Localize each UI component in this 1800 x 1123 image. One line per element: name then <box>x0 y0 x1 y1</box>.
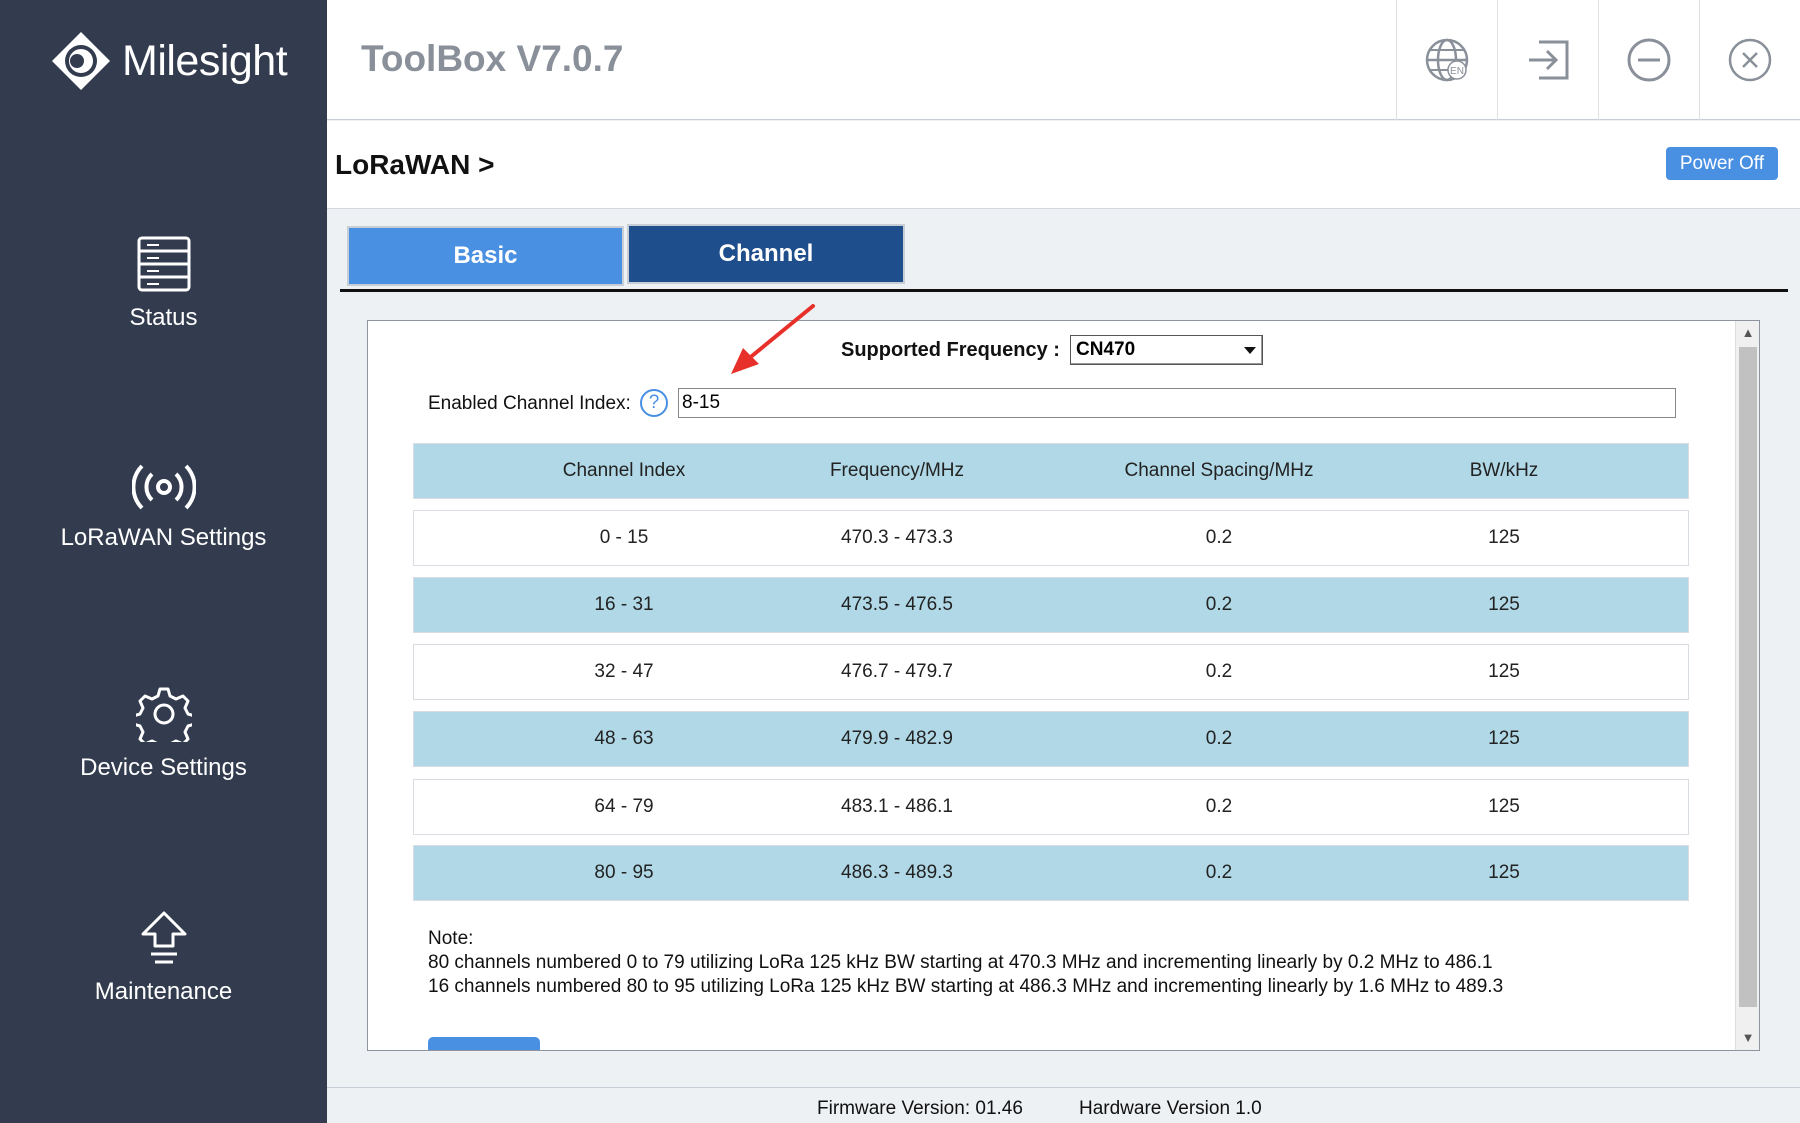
language-button[interactable]: EN <box>1396 0 1497 120</box>
table-row: 32 - 47 476.7 - 479.7 0.2 125 <box>413 644 1689 700</box>
sidebar-item-status[interactable]: Status <box>0 236 327 332</box>
sidebar-item-device-settings[interactable]: Device Settings <box>0 686 327 782</box>
sidebar-item-label: Maintenance <box>94 978 233 1005</box>
table-row: 16 - 31 473.5 - 476.5 0.2 125 <box>413 577 1689 633</box>
channel-index-label: Enabled Channel Index: <box>428 393 631 414</box>
channel-index-input[interactable] <box>678 388 1676 418</box>
table-cell: 0.2 <box>1205 728 1233 749</box>
note-line: 80 channels numbered 0 to 79 utilizing L… <box>428 952 1493 973</box>
table-row: 48 - 63 479.9 - 482.9 0.2 125 <box>413 711 1689 767</box>
table-row: 0 - 15 470.3 - 473.3 0.2 125 <box>413 510 1689 566</box>
table-cell: 0.2 <box>1205 661 1233 682</box>
sidebar: Milesight Status LoRaWAN Settings Device… <box>0 0 327 1123</box>
globe-icon: EN <box>1425 38 1469 82</box>
table-cell: 479.9 - 482.9 <box>841 728 953 749</box>
status-footer: Firmware Version: 01.46 Hardware Version… <box>327 1087 1800 1123</box>
minimize-icon <box>1627 38 1671 82</box>
scroll-down-icon[interactable]: ▼ <box>1736 1026 1759 1050</box>
gear-icon <box>135 687 192 742</box>
table-cell: 16 - 31 <box>594 594 654 615</box>
table-cell: 32 - 47 <box>594 661 654 682</box>
help-icon[interactable]: ? <box>640 389 668 417</box>
channel-panel: Supported Frequency : CN470 Enabled Chan… <box>367 320 1760 1051</box>
logout-button[interactable] <box>1497 0 1598 120</box>
frequency-select[interactable]: CN470 <box>1070 335 1263 365</box>
table-cell: 0.2 <box>1205 527 1233 548</box>
column-header: Channel Index <box>562 460 686 481</box>
sidebar-item-label: Status <box>129 304 198 331</box>
sidebar-item-label: Device Settings <box>80 754 247 781</box>
close-button[interactable] <box>1699 0 1800 120</box>
table-cell: 0.2 <box>1205 862 1233 883</box>
app-title: ToolBox V7.0.7 <box>361 38 624 79</box>
table-cell: 476.7 - 479.7 <box>841 661 953 682</box>
hardware-version: Hardware Version 1.0 <box>1079 1098 1262 1119</box>
brand-name: Milesight <box>122 36 288 85</box>
tab-channel[interactable]: Channel <box>627 224 905 284</box>
table-cell: 48 - 63 <box>594 728 654 749</box>
close-icon <box>1728 38 1772 82</box>
tab-basic[interactable]: Basic <box>347 226 624 286</box>
breadcrumb[interactable]: LoRaWAN > <box>335 149 494 181</box>
language-badge: EN <box>1450 66 1464 77</box>
sign-out-icon <box>1529 40 1569 80</box>
table-row: 80 - 95 486.3 - 489.3 0.2 125 <box>413 845 1689 901</box>
column-header: Channel Spacing/MHz <box>1124 460 1314 481</box>
sidebar-item-maintenance[interactable]: Maintenance <box>0 910 327 1006</box>
table-row: 64 - 79 483.1 - 486.1 0.2 125 <box>413 779 1689 835</box>
note-line: 16 channels numbered 80 to 95 utilizing … <box>428 976 1504 997</box>
wireless-signal-icon <box>131 464 196 510</box>
channel-note: Note: 80 channels numbered 0 to 79 utili… <box>428 927 1503 999</box>
table-header-row: Channel Index Frequency/MHz Channel Spac… <box>413 443 1689 499</box>
milesight-logo-icon <box>52 32 110 90</box>
upload-arrow-icon <box>141 911 186 964</box>
table-cell: 80 - 95 <box>594 862 654 883</box>
table-cell: 483.1 - 486.1 <box>841 796 953 817</box>
table-cell: 473.5 - 476.5 <box>841 594 953 615</box>
sidebar-item-label: LoRaWAN Settings <box>60 524 267 551</box>
frequency-label: Supported Frequency : <box>841 339 1060 361</box>
table-cell: 125 <box>1488 862 1520 883</box>
table-cell: 0.2 <box>1205 594 1233 615</box>
column-header: Frequency/MHz <box>829 460 965 481</box>
minimize-button[interactable] <box>1598 0 1699 120</box>
power-off-button[interactable]: Power Off <box>1665 147 1778 180</box>
annotation-arrow-icon <box>731 304 815 374</box>
frequency-select-value: CN470 <box>1076 339 1136 360</box>
table-cell: 470.3 - 473.3 <box>841 527 953 548</box>
table-cell: 125 <box>1488 594 1520 615</box>
table-cell: 125 <box>1488 796 1520 817</box>
brand-logo: Milesight <box>50 30 288 92</box>
table-cell: 0.2 <box>1205 796 1233 817</box>
column-header: BW/kHz <box>1469 460 1539 481</box>
scroll-up-icon[interactable]: ▲ <box>1736 321 1759 345</box>
table-cell: 64 - 79 <box>594 796 654 817</box>
table-cell: 125 <box>1488 661 1520 682</box>
app-header: ToolBox V7.0.7 EN <box>327 0 1800 120</box>
sidebar-item-lorawan-settings[interactable]: LoRaWAN Settings <box>0 462 327 552</box>
page-header: LoRaWAN > Power Off <box>327 121 1800 209</box>
tab-divider <box>340 289 1788 292</box>
chevron-down-icon <box>1244 347 1256 354</box>
table-cell: 125 <box>1488 728 1520 749</box>
vertical-scrollbar[interactable]: ▲ ▼ <box>1735 321 1759 1050</box>
save-button[interactable] <box>428 1037 540 1050</box>
server-list-icon <box>137 236 190 292</box>
table-cell: 486.3 - 489.3 <box>841 862 953 883</box>
table-cell: 0 - 15 <box>599 527 649 548</box>
table-cell: 125 <box>1488 527 1520 548</box>
scrollbar-thumb[interactable] <box>1739 347 1757 1007</box>
firmware-version: Firmware Version: 01.46 <box>817 1098 1023 1119</box>
note-title: Note: <box>428 928 474 949</box>
